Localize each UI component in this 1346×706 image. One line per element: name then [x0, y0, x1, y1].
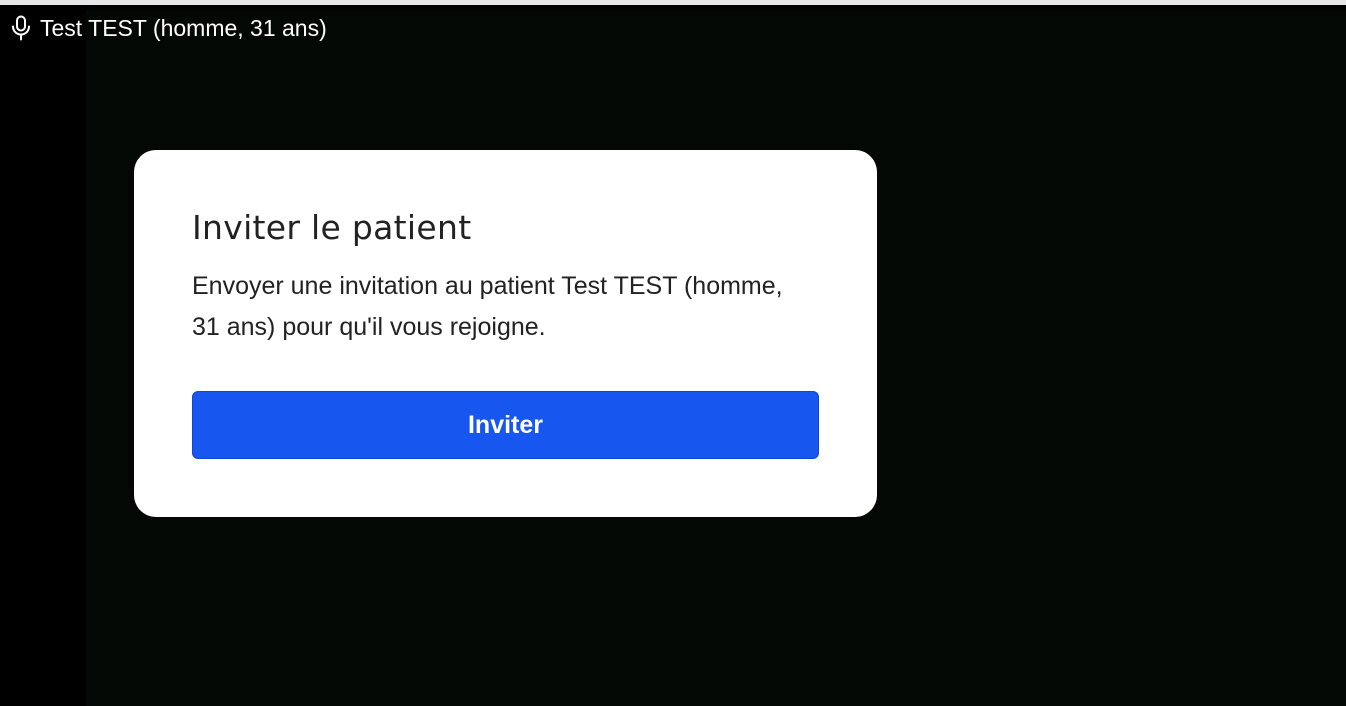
- dialog-title: Inviter le patient: [192, 208, 472, 247]
- invite-button[interactable]: Inviter: [192, 391, 819, 459]
- participant-name: Test TEST (homme, 31 ans): [40, 15, 327, 41]
- participant-label: Test TEST (homme, 31 ans): [10, 14, 327, 42]
- dialog-description: Envoyer une invitation au patient Test T…: [192, 272, 783, 341]
- invite-patient-dialog: Inviter le patient Envoyer une invitatio…: [134, 150, 877, 517]
- microphone-icon: [10, 14, 32, 42]
